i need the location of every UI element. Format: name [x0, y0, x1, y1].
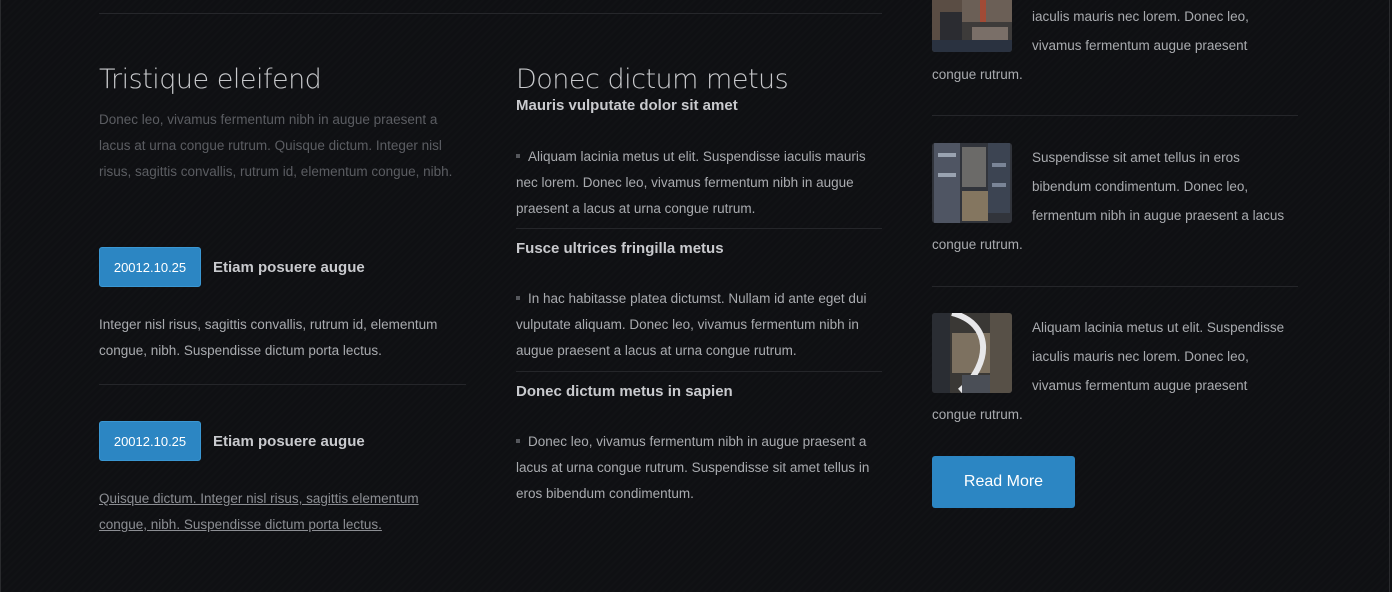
divider: [932, 286, 1298, 287]
post-excerpt: iaculis mauris nec lorem. Donec leo, viv…: [932, 2, 1299, 89]
post-excerpt: Suspendisse sit amet tellus in eros bibe…: [932, 143, 1299, 259]
divider: [932, 115, 1298, 116]
bullet-icon: [516, 295, 520, 300]
news-item: 20012.10.25 Etiam posuere augue: [99, 421, 365, 461]
section-title: Donec dictum metus: [516, 64, 789, 95]
divider: [99, 384, 466, 385]
excerpt-line: iaculis mauris nec lorem. Donec leo,: [1032, 349, 1249, 364]
excerpt-line: vivamus fermentum augue praesent: [1032, 38, 1248, 53]
divider: [516, 228, 882, 229]
item-text: In hac habitasse platea dictumst. Nullam…: [516, 286, 883, 364]
date-badge: 20012.10.25: [99, 421, 201, 461]
item-heading[interactable]: Donec dictum metus in sapien: [516, 383, 733, 400]
excerpt-line: bibendum condimentum. Donec leo,: [1032, 179, 1249, 194]
read-more-button[interactable]: Read More: [932, 456, 1075, 508]
excerpt-line: Suspendisse sit amet tellus in eros: [1032, 150, 1240, 165]
section-title: Tristique eleifend: [99, 64, 322, 95]
bullet-icon: [516, 438, 520, 443]
divider: [516, 371, 882, 372]
item-text-content: Aliquam lacinia metus ut elit. Suspendis…: [516, 149, 866, 216]
item-text: Aliquam lacinia metus ut elit. Suspendis…: [516, 144, 883, 222]
section-intro: Donec leo, vivamus fermentum nibh in aug…: [99, 112, 453, 179]
excerpt-line: iaculis mauris nec lorem. Donec leo,: [1032, 9, 1249, 24]
news-text-link[interactable]: Quisque dictum. Integer nisl risus, sagi…: [99, 486, 466, 538]
item-heading[interactable]: Mauris vulputate dolor sit amet: [516, 97, 738, 114]
post-excerpt: Aliquam lacinia metus ut elit. Suspendis…: [932, 313, 1299, 429]
news-item: 20012.10.25 Etiam posuere augue: [99, 247, 365, 287]
excerpt-line: fermentum nibh in augue praesent a lacus: [1032, 208, 1285, 223]
bullet-icon: [516, 153, 520, 158]
item-text-content: Donec leo, vivamus fermentum nibh in aug…: [516, 434, 870, 501]
news-title[interactable]: Etiam posuere augue: [213, 433, 365, 450]
excerpt-line: vivamus fermentum augue praesent: [1032, 378, 1248, 393]
excerpt-line: Aliquam lacinia metus ut elit. Suspendis…: [1032, 320, 1285, 335]
news-title[interactable]: Etiam posuere augue: [213, 259, 365, 276]
top-divider: [99, 13, 882, 14]
excerpt-line: congue rutrum.: [932, 67, 1023, 82]
item-heading[interactable]: Fusce ultrices fringilla metus: [516, 240, 724, 257]
content-section: Tristique eleifend Donec leo, vivamus fe…: [0, 0, 1390, 592]
news-text: Integer nisl risus, sagittis convallis, …: [99, 317, 438, 358]
excerpt-line: congue rutrum.: [932, 407, 1023, 422]
item-text-content: In hac habitasse platea dictumst. Nullam…: [516, 291, 867, 358]
excerpt-line: congue rutrum.: [932, 237, 1023, 252]
date-badge: 20012.10.25: [99, 247, 201, 287]
item-text: Donec leo, vivamus fermentum nibh in aug…: [516, 429, 883, 507]
